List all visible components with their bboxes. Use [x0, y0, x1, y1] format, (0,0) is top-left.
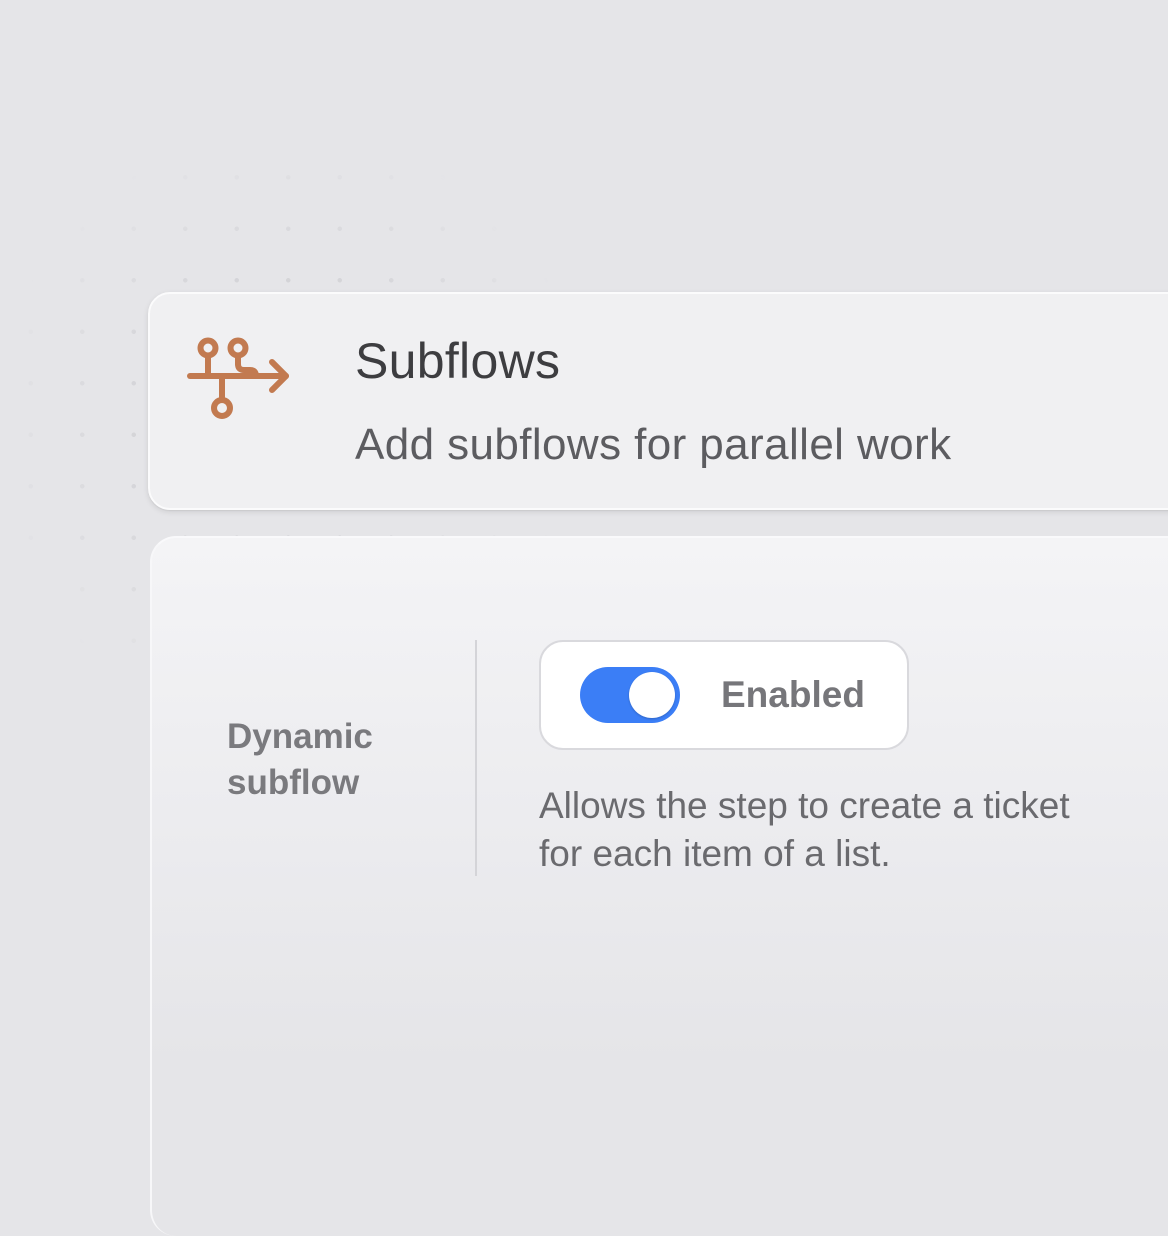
toggle-knob	[629, 672, 675, 718]
dynamic-subflow-toggle[interactable]: Enabled	[539, 640, 909, 750]
subflows-header-card: Subflows Add subflows for parallel work	[148, 292, 1168, 510]
toggle-state-label: Enabled	[721, 674, 865, 715]
settings-panel: Dynamic subflow Enabled Allows the step …	[150, 536, 1168, 1236]
dynamic-subflow-label: Dynamic subflow	[227, 717, 373, 802]
page-title: Subflows	[355, 333, 561, 389]
subflow-branch-arrow-icon	[186, 334, 292, 420]
toggle-switch[interactable]	[580, 667, 680, 723]
vertical-divider	[475, 640, 477, 876]
setting-description: Allows the step to create a ticket for e…	[539, 785, 1070, 874]
page-subtitle: Add subflows for parallel work	[355, 420, 952, 469]
